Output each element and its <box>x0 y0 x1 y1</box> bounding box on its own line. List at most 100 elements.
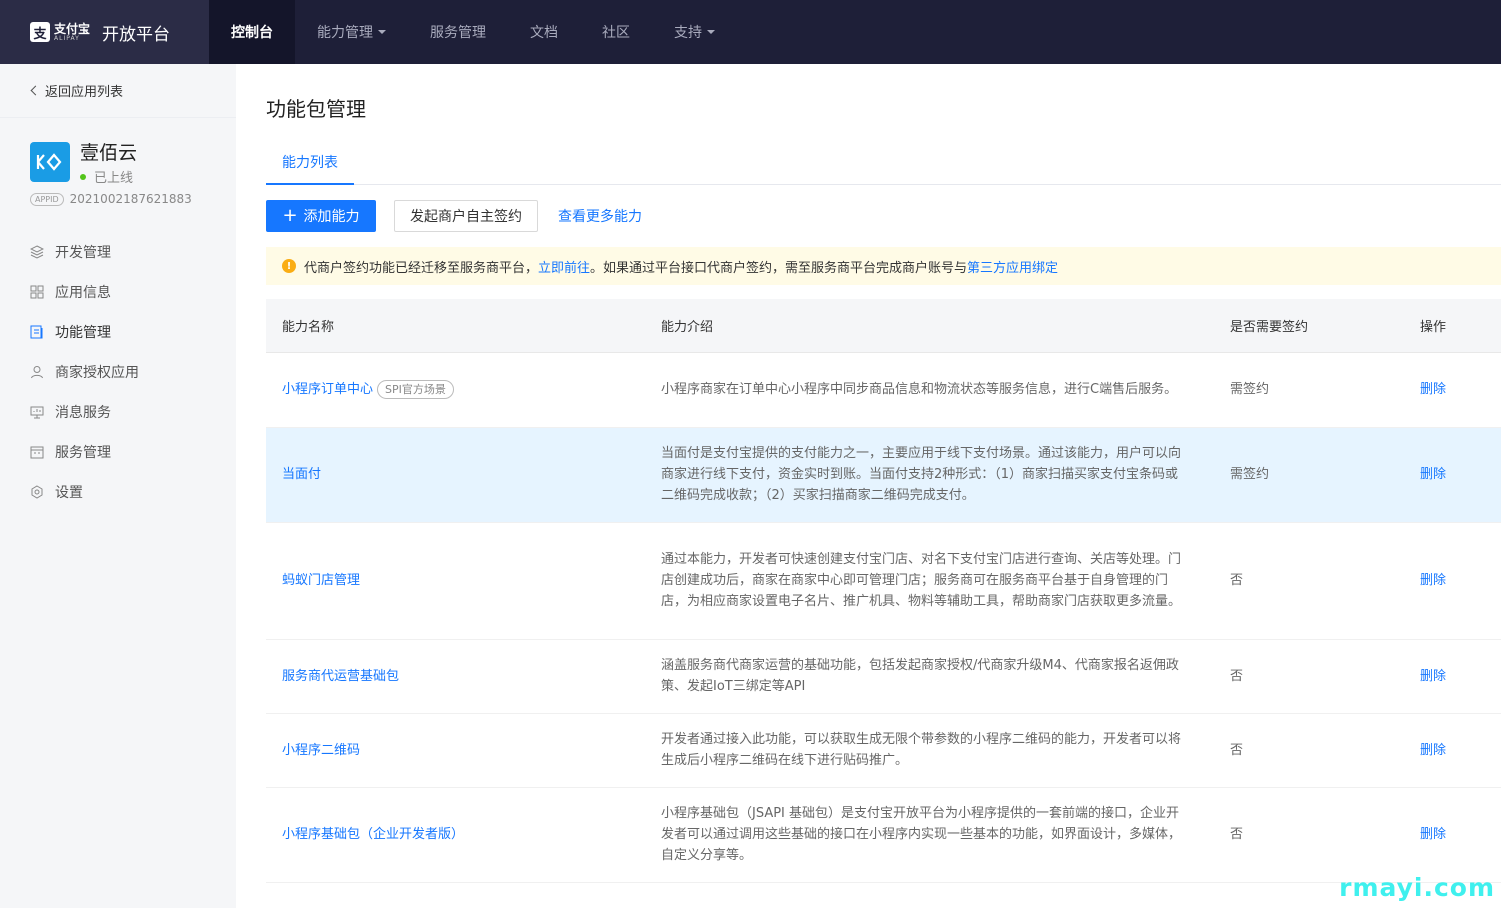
col-header: 是否需要签约 <box>1214 299 1404 353</box>
sidebar-item-appinfo[interactable]: 应用信息 <box>0 272 236 312</box>
capability-name-link[interactable]: 小程序二维码 <box>282 743 360 758</box>
appid-tag: APPID <box>30 192 64 206</box>
warning-icon: ! <box>282 259 296 273</box>
brand-cn: 支付宝 <box>54 21 91 36</box>
caret-down-icon <box>378 30 386 34</box>
delete-link[interactable]: 删除 <box>1404 352 1501 428</box>
sidebar-item-service[interactable]: 服务管理 <box>0 432 236 472</box>
caret-down-icon <box>707 30 715 34</box>
sign-required: 否 <box>1214 639 1404 714</box>
capability-name-link[interactable]: 服务商代运营基础包 <box>282 669 399 684</box>
nav-label: 文档 <box>530 25 558 41</box>
alipay-logo: 支 支付宝 ALIPAY <box>30 22 90 42</box>
nav-label: 支持 <box>674 25 702 41</box>
status-dot-icon <box>80 173 86 180</box>
brand[interactable]: 支 支付宝 ALIPAY 开放平台 <box>0 0 209 64</box>
appid-row: APPID 2021002187621883 <box>30 192 236 206</box>
sign-required: 需签约 <box>1214 352 1404 428</box>
spi-tag: SPI官方场景 <box>377 380 454 399</box>
capability-name-link[interactable]: 小程序订单中心 <box>282 382 373 397</box>
menu-label: 消息服务 <box>55 405 111 421</box>
go-now-link[interactable]: 立即前往 <box>538 257 590 276</box>
status-label: 已上线 <box>94 171 134 186</box>
capability-desc: 涵盖服务商代商家运营的基础功能，包括发起商家授权/代商家升级M4、代商家报名返佣… <box>645 639 1214 714</box>
button-label: 添加能力 <box>303 209 360 225</box>
third-party-bind-link[interactable]: 第三方应用绑定 <box>967 257 1058 276</box>
menu-label: 商家授权应用 <box>55 365 139 381</box>
sign-required: 需签约 <box>1214 427 1404 523</box>
grid-icon <box>30 285 44 299</box>
nav-support[interactable]: 支持 <box>652 0 737 64</box>
delete-link[interactable]: 删除 <box>1404 639 1501 714</box>
sidebar-item-settings[interactable]: 设置 <box>0 472 236 512</box>
sidebar-item-merchant-auth[interactable]: 商家授权应用 <box>0 352 236 392</box>
nav-console[interactable]: 控制台 <box>209 0 295 64</box>
delete-link[interactable]: 删除 <box>1404 787 1501 883</box>
sign-required: 否 <box>1214 787 1404 883</box>
capability-desc: 小程序基础包（JSAPI 基础包）是支付宝开放平台为小程序提供的一套前端的接口，… <box>645 787 1214 883</box>
user-icon <box>30 365 44 379</box>
back-to-app-list[interactable]: 返回应用列表 <box>0 64 236 118</box>
main-content: 功能包管理 能力列表 + 添加能力 发起商户自主签约 查看更多能力 ! 代商户签… <box>266 64 1501 883</box>
app-status: 已上线 <box>80 167 137 186</box>
nav-capability[interactable]: 能力管理 <box>295 0 408 64</box>
more-capabilities-link[interactable]: 查看更多能力 <box>558 206 642 226</box>
platform-title: 开放平台 <box>102 24 171 45</box>
capability-name-link[interactable]: 小程序基础包（企业开发者版） <box>282 827 464 842</box>
capability-desc: 开发者通过接入此功能，可以获取生成无限个带参数的小程序二维码的能力，开发者可以将… <box>645 713 1214 788</box>
capability-name-link[interactable]: 蚂蚁门店管理 <box>282 573 360 588</box>
nav-label: 控制台 <box>231 25 273 41</box>
tab-bar: 能力列表 <box>266 152 1501 185</box>
chevron-left-icon <box>30 85 41 96</box>
sign-required: 否 <box>1214 713 1404 788</box>
capability-name-link[interactable]: 当面付 <box>282 467 321 482</box>
add-capability-button[interactable]: + 添加能力 <box>266 200 376 232</box>
delete-link[interactable]: 删除 <box>1404 427 1501 523</box>
layers-icon <box>30 245 44 259</box>
nav-community[interactable]: 社区 <box>580 0 652 64</box>
col-header: 操作 <box>1404 299 1501 353</box>
table-row: 小程序基础包（企业开发者版） 小程序基础包（JSAPI 基础包）是支付宝开放平台… <box>266 787 1501 883</box>
toolbar: + 添加能力 发起商户自主签约 查看更多能力 <box>266 200 1501 232</box>
capability-desc: 当面付是支付宝提供的支付能力之一，主要应用于线下支付场景。通过该能力，用户可以向… <box>645 427 1214 523</box>
calendar-icon <box>30 445 44 459</box>
gear-icon <box>30 485 44 499</box>
nav-service[interactable]: 服务管理 <box>408 0 508 64</box>
capability-desc: 通过本能力，开发者可快速创建支付宝门店、对名下支付宝门店进行查询、关店等处理。门… <box>645 522 1214 640</box>
monitor-icon <box>30 405 44 419</box>
menu-label: 应用信息 <box>55 285 111 301</box>
menu-label: 服务管理 <box>55 445 111 461</box>
tab-capability-list[interactable]: 能力列表 <box>266 152 354 185</box>
function-icon <box>30 325 44 339</box>
delete-link[interactable]: 删除 <box>1404 713 1501 788</box>
col-header: 能力介绍 <box>645 299 1214 353</box>
table-row: 服务商代运营基础包 涵盖服务商代商家运营的基础功能，包括发起商家授权/代商家升级… <box>266 639 1501 714</box>
nav-label: 社区 <box>602 25 630 41</box>
alert-text: 。如果通过平台接口代商户签约，需至服务商平台完成商户账号与 <box>590 260 968 276</box>
capability-name-cell: 小程序订单中心 SPI官方场景 <box>266 352 645 428</box>
sidebar-item-function[interactable]: 功能管理 <box>0 312 236 352</box>
appid-value: 2021002187621883 <box>69 192 192 206</box>
table-row: 小程序二维码 开发者通过接入此功能，可以获取生成无限个带参数的小程序二维码的能力… <box>266 713 1501 788</box>
watermark: rmayi.com <box>1339 873 1495 902</box>
sidebar-item-message[interactable]: 消息服务 <box>0 392 236 432</box>
top-navbar: 支 支付宝 ALIPAY 开放平台 控制台 能力管理 服务管理 文档 社区 支持 <box>0 0 1501 64</box>
brand-en: ALIPAY <box>54 34 80 42</box>
app-name: 壹佰云 <box>80 142 138 164</box>
sidebar-menu: 开发管理 应用信息 功能管理 商家授权应用 消息服务 服务管理 设置 <box>0 232 236 512</box>
table-row: 当面付 当面付是支付宝提供的支付能力之一，主要应用于线下支付场景。通过该能力，用… <box>266 427 1501 523</box>
menu-label: 开发管理 <box>55 245 111 261</box>
sidebar: 返回应用列表 壹佰云 已上线 APPID 2021002187621883 开发… <box>0 64 236 908</box>
menu-label: 设置 <box>55 485 83 501</box>
menu-label: 功能管理 <box>55 325 111 341</box>
main-nav: 控制台 能力管理 服务管理 文档 社区 支持 <box>209 0 737 64</box>
table-header-row: 能力名称 能力介绍 是否需要签约 操作 <box>266 299 1501 353</box>
delete-link[interactable]: 删除 <box>1404 522 1501 640</box>
merchant-sign-button[interactable]: 发起商户自主签约 <box>394 200 538 232</box>
nav-label: 服务管理 <box>430 25 486 41</box>
app-logo <box>30 142 70 182</box>
sidebar-item-dev[interactable]: 开发管理 <box>0 232 236 272</box>
nav-docs[interactable]: 文档 <box>508 0 580 64</box>
sign-required: 否 <box>1214 522 1404 640</box>
capability-table: 能力名称 能力介绍 是否需要签约 操作 小程序订单中心 SPI官方场景 小程序商家… <box>266 299 1501 883</box>
